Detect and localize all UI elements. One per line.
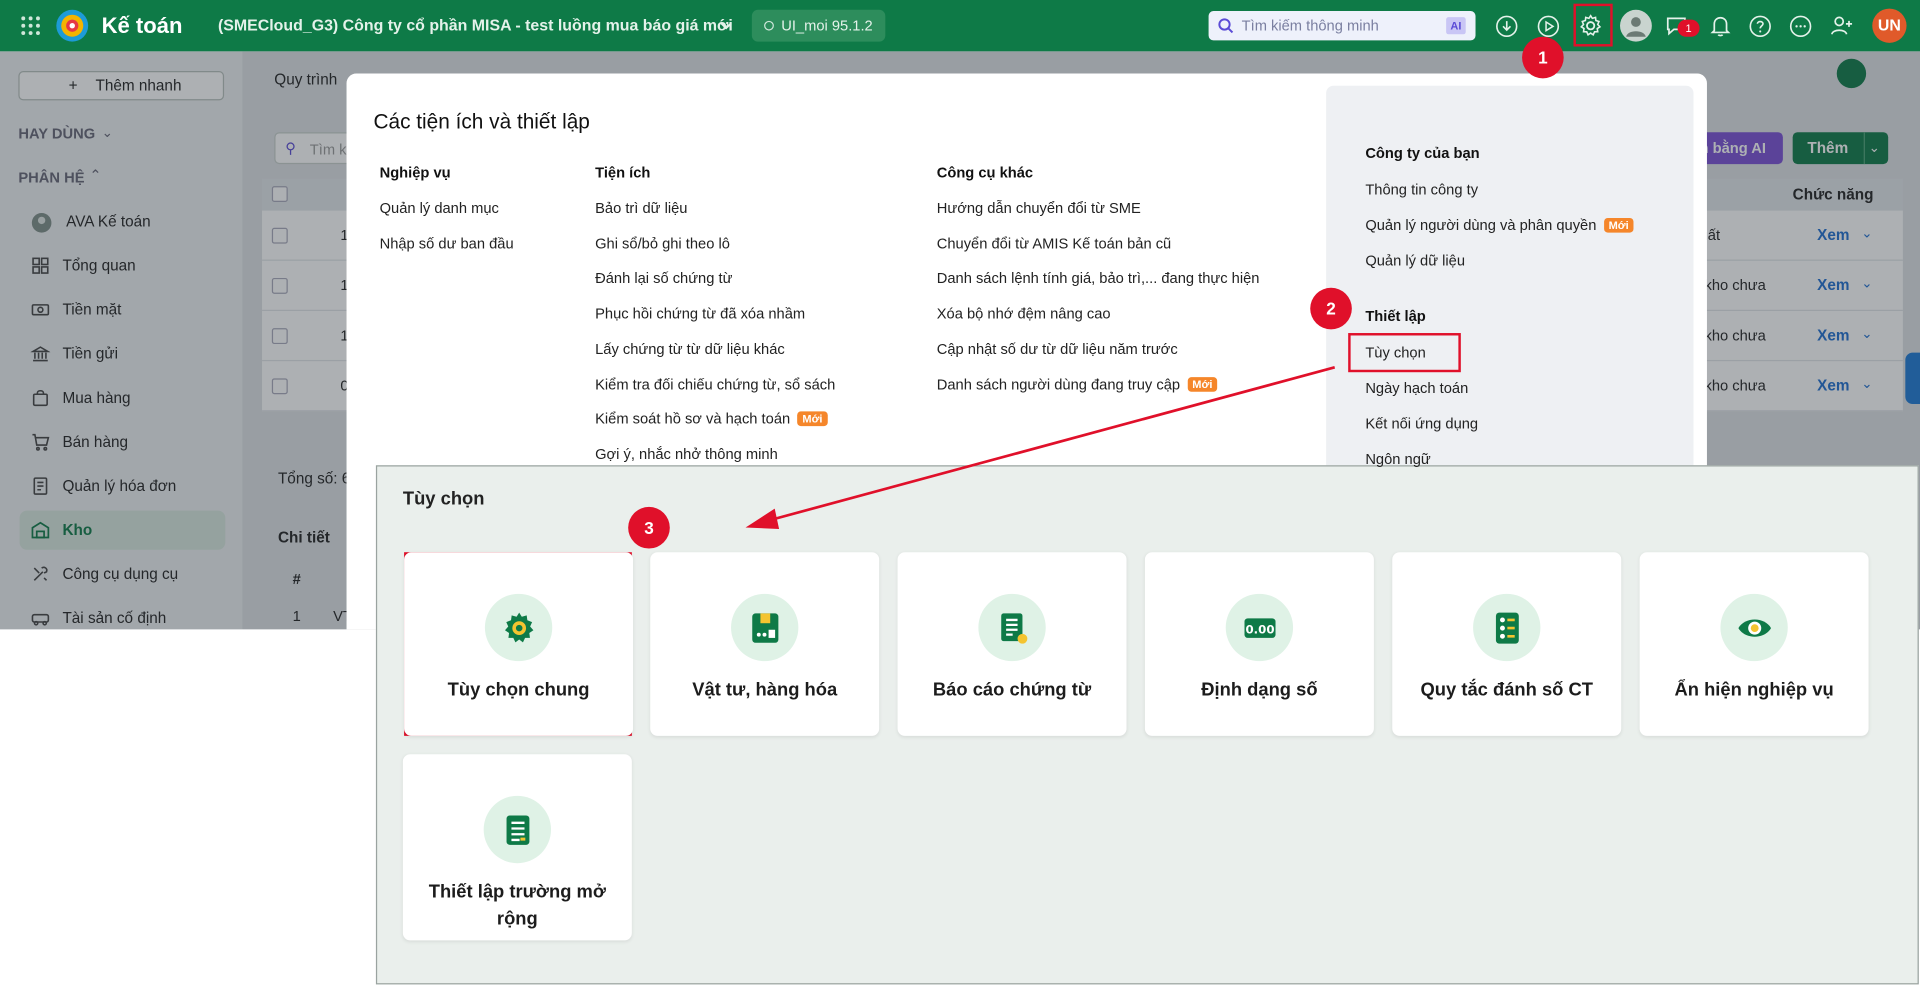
menu-link-label: Bảo trì dữ liệu xyxy=(595,199,688,217)
menu-link-label: Hướng dẫn chuyển đổi từ SME xyxy=(936,199,1141,217)
option-card[interactable]: Vật tư, hàng hóa xyxy=(650,552,880,736)
menu-link-label: Gợi ý, nhắc nhở thông minh xyxy=(595,445,778,463)
option-card[interactable]: Quy tắc đánh số CT xyxy=(1392,552,1622,736)
option-card[interactable]: Báo cáo chứng từ xyxy=(897,552,1127,736)
option-card[interactable]: Ẩn hiện nghiệp vụ xyxy=(1639,552,1869,736)
menu-link-label: Quản lý danh mục xyxy=(379,199,499,217)
menu-link[interactable]: Kiểm soát hồ sơ và hạch toán Mới xyxy=(595,410,828,428)
company-link-label: Quản lý người dùng và phân quyền xyxy=(1365,216,1597,234)
svg-text:0.00: 0.00 xyxy=(1245,622,1274,636)
company-link-label: Thông tin công ty xyxy=(1365,181,1479,199)
setup-link-options[interactable]: Tùy chọn xyxy=(1365,344,1425,361)
new-badge: Mới xyxy=(1603,217,1634,233)
menu-link-label: Kiểm tra đối chiếu chứng từ, sổ sách xyxy=(595,375,836,393)
option-card-label: Vật tư, hàng hóa xyxy=(692,679,838,701)
option-card-label: Báo cáo chứng từ xyxy=(932,679,1092,701)
menu-link[interactable]: Chuyển đổi từ AMIS Kế toán bản cũ xyxy=(937,235,1171,252)
column-heading-cong-cu-khac: Công cụ khác xyxy=(936,164,1034,182)
menu-link[interactable]: Danh sách lệnh tính giá, bảo trì,... đan… xyxy=(937,270,1260,287)
column-heading-nghiep-vu: Nghiệp vụ xyxy=(379,164,451,182)
option-card-label: Định dạng số xyxy=(1201,679,1318,701)
gear-icon xyxy=(484,593,553,662)
company-link[interactable]: Thông tin công ty xyxy=(1365,181,1478,198)
menu-link-label: Xóa bộ nhớ đệm nâng cao xyxy=(936,304,1111,323)
menu-link-label: Phục hồi chứng từ đã xóa nhầm xyxy=(595,304,806,323)
menu-link[interactable]: Xóa bộ nhớ đệm nâng cao xyxy=(937,305,1111,322)
menu-link[interactable]: Bảo trì dữ liệu xyxy=(595,200,687,217)
menu-link-label: Danh sách người dùng đang truy cập xyxy=(936,375,1181,393)
menu-link-label: Nhập số dư ban đầu xyxy=(379,234,514,252)
option-card-label: Thiết lập trường mở rộng xyxy=(428,881,606,930)
menu-link-label: Kiểm soát hồ sơ và hạch toán xyxy=(595,410,791,428)
option-card-label: Quy tắc đánh số CT xyxy=(1420,679,1593,701)
menu-link[interactable]: Gợi ý, nhắc nhở thông minh xyxy=(595,446,778,463)
menu-link-label: Đánh lại số chứng từ xyxy=(595,269,733,287)
setup-link[interactable]: Ngôn ngữ xyxy=(1365,451,1430,468)
document-report-icon xyxy=(978,593,1046,662)
number-format-icon: 0.00 xyxy=(1225,593,1294,662)
option-card-label: Tùy chọn chung xyxy=(447,679,590,701)
company-link-label: Quản lý dữ liệu xyxy=(1365,252,1466,270)
menu-link-label: Lấy chứng từ từ dữ liệu khác xyxy=(595,340,785,358)
arrow-annotation xyxy=(745,366,1336,530)
new-badge: Mới xyxy=(797,411,828,427)
option-card[interactable]: Tùy chọn chung xyxy=(404,552,634,736)
column-heading-tien-ich: Tiện ích xyxy=(595,164,651,182)
new-badge: Mới xyxy=(1187,376,1218,392)
menu-link[interactable]: Đánh lại số chứng từ xyxy=(595,270,732,287)
menu-link[interactable]: Danh sách người dùng đang truy cập Mới xyxy=(937,375,1218,392)
extended-fields-icon xyxy=(483,795,552,864)
setup-section-heading: Thiết lập xyxy=(1365,307,1426,325)
menu-link[interactable]: Cập nhật số dư từ dữ liệu năm trước xyxy=(937,340,1178,357)
menu-link[interactable]: Lấy chứng từ từ dữ liệu khác xyxy=(595,340,785,357)
company-section-heading: Công ty của bạn xyxy=(1365,144,1480,162)
option-card[interactable]: Thiết lập trường mở rộng xyxy=(402,754,632,941)
menu-link[interactable]: Nhập số dư ban đầu xyxy=(380,235,514,252)
company-link[interactable]: Quản lý dữ liệu xyxy=(1365,252,1465,269)
menu-link-label: Chuyển đổi từ AMIS Kế toán bản cũ xyxy=(936,234,1172,252)
menu-link-label: Danh sách lệnh tính giá, bảo trì,... đan… xyxy=(936,269,1260,287)
menu-link[interactable]: Ghi sổ/bỏ ghi theo lô xyxy=(595,235,730,252)
menu-link-label: Cập nhật số dư từ dữ liệu năm trước xyxy=(936,340,1178,358)
setup-link[interactable]: Ngày hạch toán xyxy=(1365,380,1468,397)
menu-link[interactable]: Hướng dẫn chuyển đổi từ SME xyxy=(937,200,1141,217)
menu-link[interactable]: Kiểm tra đối chiếu chứng từ, sổ sách xyxy=(595,375,835,392)
setup-link[interactable]: Kết nối ứng dụng xyxy=(1365,415,1478,432)
company-link[interactable]: Quản lý người dùng và phân quyền Mới xyxy=(1365,216,1634,234)
numbered-list-icon xyxy=(1473,593,1541,662)
menu-link[interactable]: Phục hồi chứng từ đã xóa nhầm xyxy=(595,305,805,322)
eye-icon xyxy=(1720,593,1788,662)
menu-link-label: Ghi sổ/bỏ ghi theo lô xyxy=(595,234,730,252)
option-card-label: Ẩn hiện nghiệp vụ xyxy=(1674,679,1834,701)
goods-icon xyxy=(731,593,799,662)
option-card[interactable]: 0.00 Định dạng số xyxy=(1144,552,1374,736)
menu-link[interactable]: Quản lý danh mục xyxy=(380,200,499,217)
